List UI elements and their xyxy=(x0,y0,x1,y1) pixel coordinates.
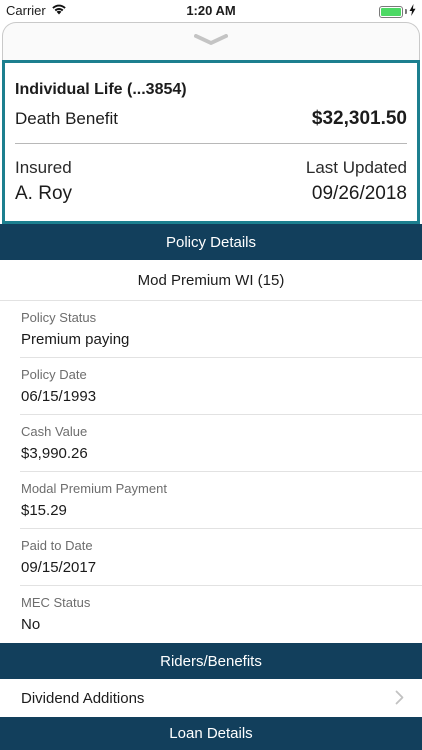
field-value: Premium paying xyxy=(21,331,130,348)
field-value: 09/15/2017 xyxy=(21,559,97,576)
charging-bolt-icon xyxy=(409,4,416,19)
status-right xyxy=(379,4,416,19)
loan-details-title: Loan Details xyxy=(169,725,253,742)
field-label: Policy Date xyxy=(21,367,87,382)
summary-values-row: A. Roy 09/26/2018 xyxy=(15,183,407,205)
field-value: 06/15/1993 xyxy=(21,388,97,405)
insured-value: A. Roy xyxy=(15,183,73,204)
last-updated-value: 09/26/2018 xyxy=(311,183,407,204)
field-label: MEC Status xyxy=(21,595,91,610)
field-label: Modal Premium Payment xyxy=(21,481,167,496)
loan-details-header[interactable]: Loan Details xyxy=(0,717,422,750)
field-paid-to-date: Paid to Date 09/15/2017 xyxy=(20,529,422,586)
field-value: $3,990.26 xyxy=(21,445,88,462)
death-benefit-value: $32,301.50 xyxy=(311,108,407,129)
plan-name: Mod Premium WI (15) xyxy=(0,260,422,301)
status-time: 1:20 AM xyxy=(186,3,236,18)
summary-labels-row: Insured Last Updated xyxy=(15,158,407,178)
chevron-down-icon[interactable] xyxy=(194,33,228,51)
last-updated-label: Last Updated xyxy=(305,158,407,177)
field-value: No xyxy=(21,616,41,633)
field-policy-date: Policy Date 06/15/1993 xyxy=(20,358,422,415)
death-benefit-row: Death Benefit $32,301.50 xyxy=(15,108,407,130)
death-benefit-label: Death Benefit xyxy=(15,109,119,128)
collapse-sheet-handle[interactable] xyxy=(2,22,420,60)
battery-cap xyxy=(405,9,407,14)
rider-item-label: Dividend Additions xyxy=(21,689,145,707)
policy-title: Individual Life (...3854) xyxy=(15,81,187,98)
chevron-right-icon xyxy=(395,690,404,709)
policy-details-header: Policy Details xyxy=(0,224,422,260)
field-modal-premium-payment: Modal Premium Payment $15.29 xyxy=(20,472,422,529)
field-policy-status: Policy Status Premium paying xyxy=(20,301,422,358)
summary-divider xyxy=(15,143,407,144)
field-label: Paid to Date xyxy=(21,538,93,553)
insured-label: Insured xyxy=(15,158,72,177)
plan-name-text: Mod Premium WI (15) xyxy=(137,271,285,289)
battery-icon xyxy=(379,5,403,18)
status-bar: Carrier 1:20 AM xyxy=(0,0,422,22)
field-label: Cash Value xyxy=(21,424,88,439)
battery-fill xyxy=(381,7,401,16)
riders-benefits-title: Riders/Benefits xyxy=(160,652,262,670)
field-label: Policy Status xyxy=(21,310,97,325)
field-value: $15.29 xyxy=(21,502,67,519)
rider-item-dividend-additions[interactable]: Dividend Additions xyxy=(0,679,422,717)
policy-details-title: Policy Details xyxy=(165,233,257,251)
policy-summary-card: Individual Life (...3854) Death Benefit … xyxy=(2,60,420,224)
field-mec-status: MEC Status No xyxy=(20,586,422,643)
field-cash-value: Cash Value $3,990.26 xyxy=(20,415,422,472)
riders-benefits-header: Riders/Benefits xyxy=(0,643,422,679)
